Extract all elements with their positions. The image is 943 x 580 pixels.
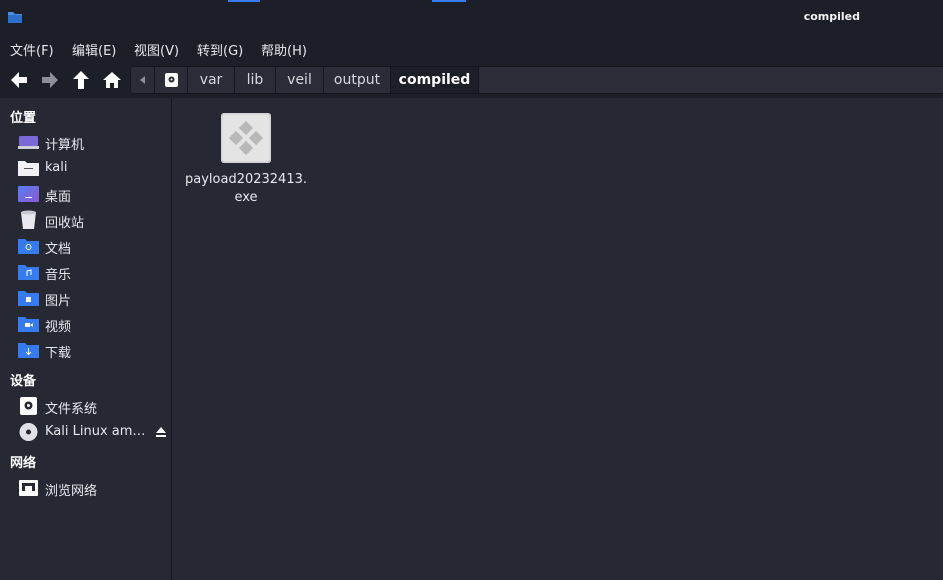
file-view: payload20232413.exe <box>172 98 943 580</box>
sidebar-item-music[interactable]: 音乐 <box>0 260 171 284</box>
up-arrow-icon[interactable] <box>70 69 92 91</box>
eject-icon[interactable] <box>155 426 167 438</box>
crumb-compiled[interactable]: compiled <box>391 67 479 93</box>
sidebar-item-downloads[interactable]: 下载 <box>0 338 171 362</box>
chevron-left-icon <box>140 76 145 84</box>
sidebar-item-label: 桌面 <box>45 190 72 205</box>
sidebar-item-desktop[interactable]: 桌面 <box>0 182 171 206</box>
menu-edit[interactable]: 编辑(E) <box>72 40 116 59</box>
documents-folder-icon <box>18 239 39 254</box>
sidebar-item-filesystem[interactable]: 文件系统 <box>0 394 171 418</box>
drive-icon <box>20 397 37 415</box>
desktop-folder-icon <box>18 186 39 202</box>
sidebar-item-label: 回收站 <box>45 216 85 231</box>
sidebar-item-home[interactable]: kali <box>0 156 171 180</box>
videos-folder-icon <box>18 317 39 332</box>
menu-go[interactable]: 转到(G) <box>197 40 243 59</box>
sidebar-item-label: 音乐 <box>45 268 72 283</box>
sidebar-item-label: 下载 <box>45 346 72 361</box>
places-header: 位置 <box>10 111 37 126</box>
music-folder-icon <box>18 265 39 280</box>
menu-view[interactable]: 视图(V) <box>134 40 179 59</box>
forward-arrow-icon[interactable] <box>39 69 61 91</box>
path-scroll-left-button[interactable] <box>131 67 155 93</box>
crumb-veil[interactable]: veil <box>276 67 324 93</box>
sidebar-item-label: kali <box>45 160 68 175</box>
network-icon <box>19 480 38 496</box>
menu-file[interactable]: 文件(F) <box>10 40 54 59</box>
home-icon[interactable] <box>101 69 123 91</box>
crumb-root[interactable] <box>155 67 188 93</box>
crumb-var[interactable]: var <box>188 67 235 93</box>
network-header: 网络 <box>10 456 37 471</box>
file-item[interactable]: payload20232413.exe <box>182 113 310 207</box>
file-manager-window: compiled 文件(F) 编辑(E) 视图(V) 转到(G) 帮助(H) v… <box>0 0 943 580</box>
trash-icon <box>21 210 36 229</box>
menu-help[interactable]: 帮助(H) <box>261 40 307 59</box>
title-accent-right <box>432 0 466 2</box>
crumb-output[interactable]: output <box>324 67 391 93</box>
sidebar-item-kali-disc[interactable]: Kali Linux am… <box>0 420 171 444</box>
toolbar: var lib veil output compiled <box>0 62 943 98</box>
sidebar-item-label: Kali Linux am… <box>45 424 146 439</box>
sidebar-item-pictures[interactable]: 图片 <box>0 286 171 310</box>
downloads-folder-icon <box>18 343 39 358</box>
sidebar-item-label: 计算机 <box>45 138 85 153</box>
sidebar-item-computer[interactable]: 计算机 <box>0 130 171 154</box>
home-folder-icon <box>18 161 39 176</box>
sidebar-item-label: 图片 <box>45 294 72 309</box>
path-bar: var lib veil output compiled <box>130 66 943 94</box>
sidebar-item-documents[interactable]: 文档 <box>0 234 171 258</box>
sidebar-item-label: 文件系统 <box>45 402 98 417</box>
optical-disc-icon <box>19 423 38 441</box>
file-name: payload20232413.exe <box>185 172 307 205</box>
sidebar-item-label: 视频 <box>45 320 72 335</box>
sidebar-item-label: 浏览网络 <box>45 484 98 499</box>
exe-file-icon <box>221 113 271 163</box>
back-arrow-icon[interactable] <box>8 69 30 91</box>
sidebar-item-videos[interactable]: 视频 <box>0 312 171 336</box>
drive-icon <box>165 73 178 87</box>
sidebar: 位置 计算机 kali 桌面 回收站 文档 音乐 图片 视频 下载 设备 文件系… <box>0 98 172 580</box>
menu-bar: 文件(F) 编辑(E) 视图(V) 转到(G) 帮助(H) <box>0 34 943 62</box>
title-accent-left <box>228 0 260 2</box>
sidebar-item-label: 文档 <box>45 242 72 257</box>
window-title: compiled <box>803 10 860 23</box>
crumb-lib[interactable]: lib <box>235 67 276 93</box>
title-bar: compiled <box>0 0 943 34</box>
devices-header: 设备 <box>10 374 37 389</box>
sidebar-item-browse-network[interactable]: 浏览网络 <box>0 476 171 500</box>
computer-icon <box>18 136 39 149</box>
pictures-folder-icon <box>18 291 39 306</box>
sidebar-item-trash[interactable]: 回收站 <box>0 208 171 232</box>
